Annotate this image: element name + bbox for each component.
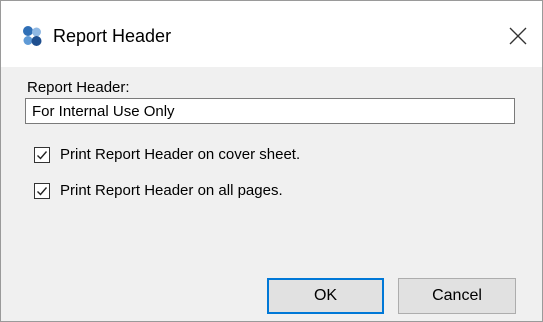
all-pages-option[interactable]: Print Report Header on all pages. (34, 181, 283, 201)
title-bar: Report Header (1, 1, 542, 67)
close-icon[interactable] (505, 23, 531, 49)
checkmark-icon (37, 187, 48, 196)
report-header-input[interactable] (25, 98, 515, 124)
ok-button[interactable]: OK (267, 278, 384, 314)
cancel-button[interactable]: Cancel (398, 278, 516, 314)
cover-sheet-checkbox[interactable] (34, 147, 50, 163)
report-header-label: Report Header: (27, 79, 130, 96)
dialog-body: Report Header: Print Report Header on co… (1, 67, 542, 321)
report-header-dialog: Report Header Report Header: Print Repor… (0, 0, 543, 322)
all-pages-checkbox[interactable] (34, 183, 50, 199)
checkmark-icon (37, 151, 48, 160)
all-pages-label: Print Report Header on all pages. (60, 182, 283, 199)
window-title: Report Header (53, 26, 172, 46)
cover-sheet-option[interactable]: Print Report Header on cover sheet. (34, 145, 300, 165)
app-logo-icon (21, 25, 43, 47)
cover-sheet-label: Print Report Header on cover sheet. (60, 146, 301, 163)
